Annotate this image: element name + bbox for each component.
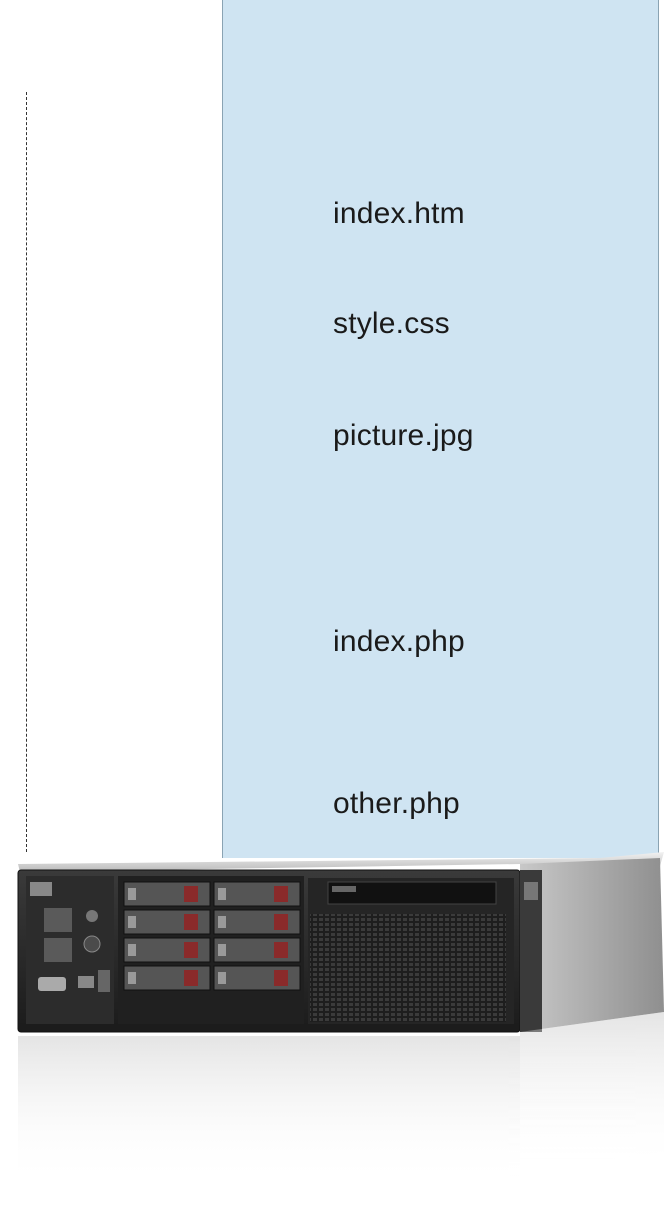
file-item: index.htm (333, 197, 465, 230)
server-file-list-panel: index.htm style.css picture.jpg index.ph… (222, 0, 659, 858)
file-item: index.php (333, 625, 465, 658)
rack-server-icon (17, 852, 664, 1186)
file-item: style.css (333, 307, 450, 340)
diagram-canvas: index.htm style.css picture.jpg index.ph… (0, 0, 664, 1229)
file-item: picture.jpg (333, 419, 474, 452)
dashed-divider (26, 92, 27, 852)
file-item: other.php (333, 787, 460, 820)
